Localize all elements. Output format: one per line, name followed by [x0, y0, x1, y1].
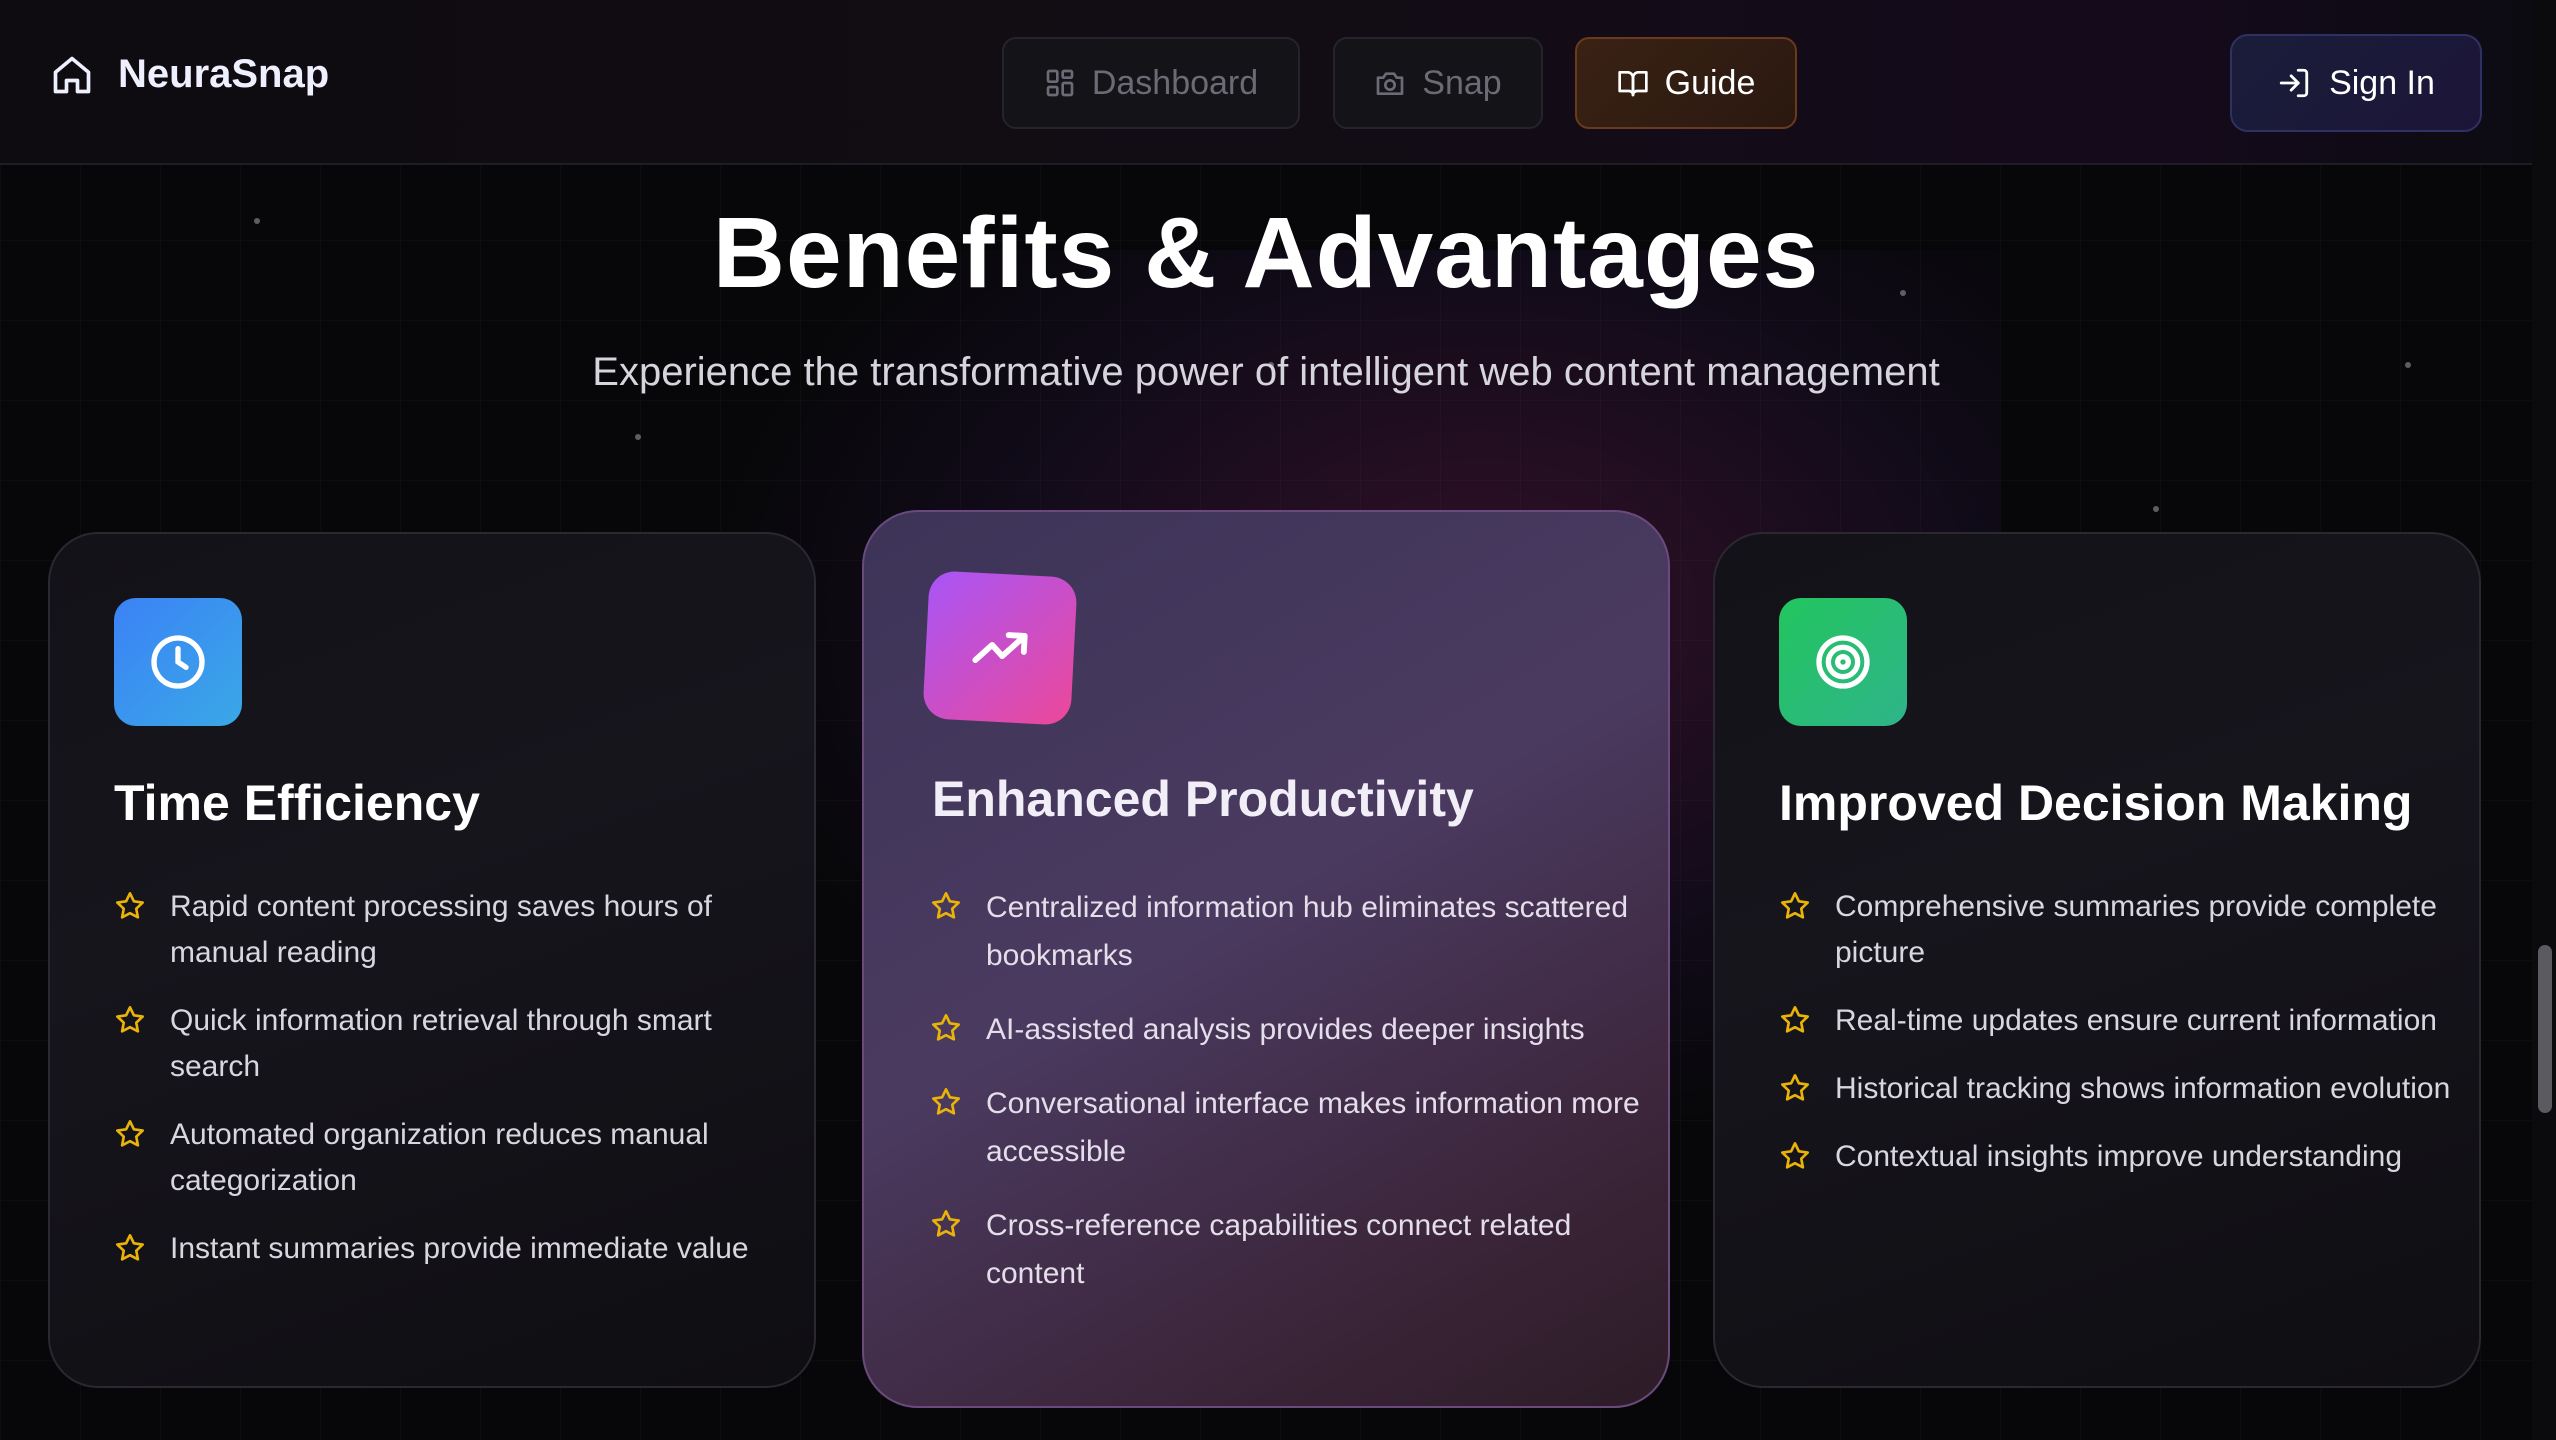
target-icon	[1816, 635, 1870, 689]
book-icon	[1617, 71, 1648, 97]
brand-name: NeuraSnap	[118, 52, 330, 96]
list-item: Cross-reference capabilities connect rel…	[930, 1202, 1650, 1298]
dashboard-button[interactable]: Dashboard	[1002, 37, 1300, 129]
trending-up-icon	[972, 632, 1028, 663]
list-item-text: Contextual insights improve understandin…	[1835, 1140, 2402, 1173]
camera-icon	[1376, 72, 1404, 95]
clock-icon	[151, 635, 205, 689]
list-item: Centralized information hub eliminates s…	[930, 884, 1650, 980]
list-item-text: Cross-reference capabilities connect rel…	[986, 1209, 1572, 1290]
snap-button[interactable]: Snap	[1333, 37, 1543, 129]
dashboard-label: Dashboard	[1091, 63, 1259, 102]
star-icon	[932, 1088, 960, 1115]
star-icon	[116, 1006, 144, 1033]
guide-label: Guide	[1664, 63, 1756, 102]
benefit-list: Rapid content processing saves hours of …	[114, 884, 804, 1294]
star-icon	[932, 1014, 960, 1041]
scrollbar-thumb[interactable]	[2538, 945, 2552, 1113]
list-item-text: Comprehensive summaries provide complete…	[1835, 890, 2437, 969]
star-icon	[932, 892, 960, 919]
card-icon-box	[114, 598, 242, 726]
section-subtitle: Experience the transformative power of i…	[592, 350, 1940, 394]
list-item: Automated organization reduces manual ca…	[114, 1112, 804, 1204]
list-item: Quick information retrieval through smar…	[114, 998, 804, 1090]
list-item: Comprehensive summaries provide complete…	[1779, 884, 2469, 976]
benefit-card-enhanced-productivity: Enhanced Productivity Centralized inform…	[862, 510, 1670, 1408]
star-icon	[116, 892, 144, 919]
login-icon	[2279, 68, 2309, 98]
star-dot	[635, 434, 641, 440]
list-item-text: Conversational interface makes informati…	[986, 1087, 1640, 1168]
list-item-text: Instant summaries provide immediate valu…	[170, 1232, 749, 1265]
card-icon-box	[922, 570, 1078, 726]
list-item: Conversational interface makes informati…	[930, 1080, 1650, 1176]
snap-label: Snap	[1422, 63, 1502, 102]
star-icon	[1781, 1142, 1809, 1169]
list-item: Historical tracking shows information ev…	[1779, 1066, 2469, 1112]
sign-in-button[interactable]: Sign In	[2230, 34, 2482, 132]
card-icon-box	[1779, 598, 1907, 726]
star-icon	[1781, 892, 1809, 919]
benefit-list: Centralized information hub eliminates s…	[930, 884, 1650, 1324]
list-item-text: Automated organization reduces manual ca…	[170, 1118, 709, 1197]
star-dot	[2153, 506, 2159, 512]
sign-in-label: Sign In	[2329, 63, 2435, 102]
section-title: Benefits & Advantages	[712, 197, 1820, 309]
scrollbar-track[interactable]	[2532, 0, 2556, 1440]
benefit-list: Comprehensive summaries provide complete…	[1779, 884, 2469, 1202]
card-title: Time Efficiency	[114, 775, 480, 831]
benefit-card-time-efficiency: Time Efficiency Rapid content processing…	[48, 532, 816, 1388]
list-item-text: AI-assisted analysis provides deeper ins…	[986, 1013, 1585, 1046]
home-icon	[53, 56, 91, 93]
list-item-text: Rapid content processing saves hours of …	[170, 890, 712, 969]
guide-button[interactable]: Guide	[1575, 37, 1797, 129]
star-icon	[1781, 1074, 1809, 1101]
list-item: Real-time updates ensure current informa…	[1779, 998, 2469, 1044]
list-item-text: Real-time updates ensure current informa…	[1835, 1004, 2437, 1037]
card-title: Improved Decision Making	[1779, 775, 2413, 831]
list-item-text: Historical tracking shows information ev…	[1835, 1072, 2451, 1105]
list-item: Contextual insights improve understandin…	[1779, 1134, 2469, 1180]
list-item: Instant summaries provide immediate valu…	[114, 1226, 804, 1272]
brand-link[interactable]: NeuraSnap	[50, 52, 329, 97]
top-navbar: NeuraSnap Dashboard Snap Guide Sign In	[0, 0, 2532, 165]
card-title: Enhanced Productivity	[932, 771, 1474, 827]
star-icon	[116, 1234, 144, 1261]
list-item: AI-assisted analysis provides deeper ins…	[930, 1006, 1650, 1054]
grid-icon	[1046, 69, 1074, 97]
benefit-card-improved-decision-making: Improved Decision Making Comprehensive s…	[1713, 532, 2481, 1388]
star-icon	[932, 1210, 960, 1237]
star-icon	[1781, 1006, 1809, 1033]
list-item-text: Centralized information hub eliminates s…	[986, 891, 1628, 972]
list-item: Rapid content processing saves hours of …	[114, 884, 804, 976]
star-icon	[116, 1120, 144, 1147]
list-item-text: Quick information retrieval through smar…	[170, 1004, 712, 1083]
